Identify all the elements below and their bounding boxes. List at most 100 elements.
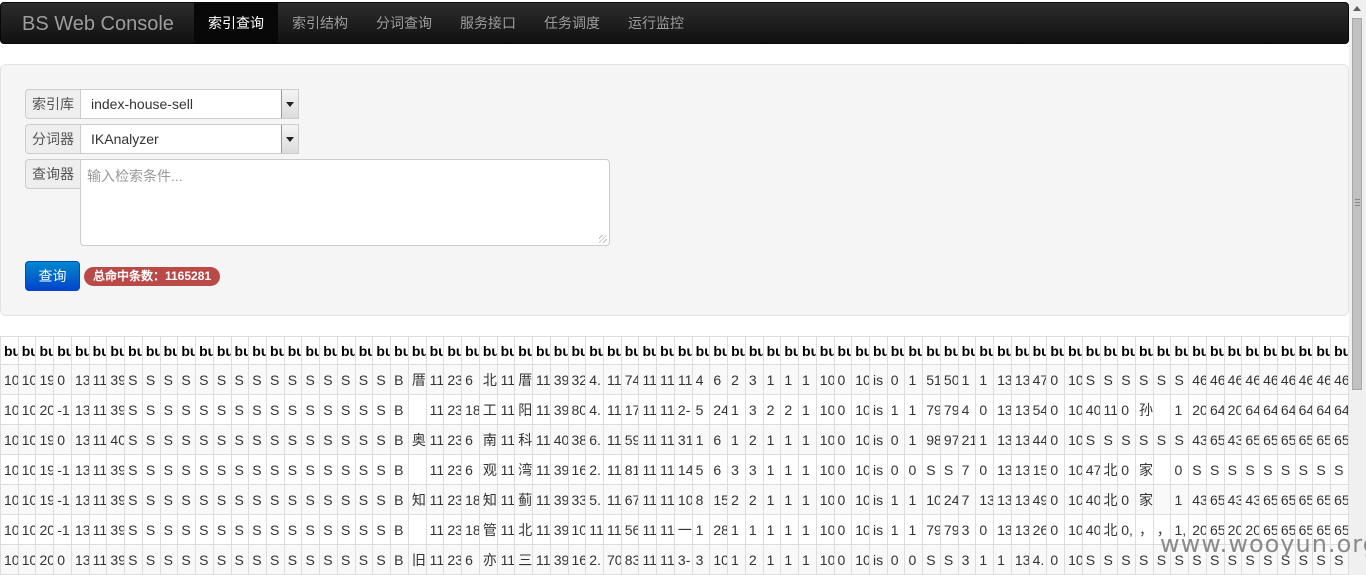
table-cell: 13 xyxy=(70,394,90,425)
table-cell: S xyxy=(212,544,232,575)
table-cell: 1 xyxy=(886,484,906,515)
table-cell: 知 xyxy=(478,484,498,515)
query-textarea[interactable]: 输入检索条件... xyxy=(80,159,610,246)
results-table: bubububuilbuibububububububububububububub… xyxy=(0,336,1349,575)
nav-item-runtime-monitor[interactable]: 运行监控 xyxy=(614,3,698,43)
table-header-cell: bu xyxy=(1205,336,1225,365)
table-cell: 6 xyxy=(709,364,729,395)
table-cell: 49 xyxy=(1028,484,1048,515)
table-cell: 46 xyxy=(1205,364,1225,395)
table-cell: S xyxy=(336,424,356,455)
table-cell: 10 xyxy=(815,454,835,485)
resize-handle-icon[interactable] xyxy=(599,235,607,243)
table-cell: 1 xyxy=(691,514,711,545)
nav-item-analyzer-query[interactable]: 分词查询 xyxy=(362,3,446,43)
analyzer-select[interactable]: IKAnalyzer xyxy=(80,124,299,154)
table-cell: S xyxy=(319,454,338,485)
table-cell: 10 xyxy=(17,484,37,515)
table-cell: 11 xyxy=(88,544,108,575)
table-cell: S xyxy=(354,514,374,545)
table-header-cell: bu xyxy=(1294,336,1314,365)
table-cell xyxy=(407,454,427,485)
table-cell: 亦 xyxy=(478,544,498,575)
table-cell: 10 xyxy=(815,514,835,545)
grip-line xyxy=(1355,205,1360,206)
scrollbar-thumb[interactable] xyxy=(1352,18,1362,390)
table-cell: 1 xyxy=(798,394,817,425)
table-cell: S xyxy=(177,484,197,515)
chevron-down-icon[interactable] xyxy=(281,125,298,153)
table-cell: S xyxy=(319,484,338,515)
scroll-up-arrow-icon[interactable] xyxy=(1353,6,1361,11)
nav-item-task-schedule[interactable]: 任务调度 xyxy=(530,3,614,43)
table-cell: 0 xyxy=(904,454,924,485)
brand-title[interactable]: BS Web Console xyxy=(22,12,174,36)
table-cell: 13 xyxy=(1010,424,1030,455)
nav-item-index-query[interactable]: 索引查询 xyxy=(194,3,278,43)
table-cell: 厝 xyxy=(407,364,427,395)
table-cell: 16 xyxy=(567,454,587,485)
table-header-cell: bu xyxy=(1241,336,1261,365)
table-header-cell: bu xyxy=(957,336,977,365)
table-cell: 0 xyxy=(1117,484,1136,515)
table-cell: 40 xyxy=(106,424,126,455)
table-cell: 北 xyxy=(478,364,498,395)
table-header-cell: bu xyxy=(425,336,445,365)
table-cell: 5. xyxy=(585,484,604,515)
results-table-container[interactable]: bubububuilbuibububububububububububububub… xyxy=(0,336,1349,575)
table-cell: S xyxy=(124,454,143,485)
table-cell: S xyxy=(230,394,250,425)
table-cell: 0 xyxy=(1046,544,1066,575)
table-cell: 79 xyxy=(922,394,941,425)
table-cell: 1 xyxy=(798,424,817,455)
page-scrollbar[interactable] xyxy=(1349,0,1366,575)
table-header-cell: bu xyxy=(975,336,995,365)
table-cell: 10 xyxy=(0,544,19,575)
chevron-down-icon[interactable] xyxy=(281,90,298,118)
table-cell: 26 xyxy=(1028,514,1048,545)
table-cell: 1 xyxy=(798,364,817,395)
table-cell: 1 xyxy=(904,364,924,395)
table-cell: 4. xyxy=(585,364,604,395)
table-cell: 10 xyxy=(815,394,835,425)
table-cell: S xyxy=(1152,424,1172,455)
table-cell: S xyxy=(195,514,214,545)
table-cell: S xyxy=(283,454,303,485)
table-cell: S xyxy=(248,424,268,455)
table-cell: S xyxy=(283,364,303,395)
index-select[interactable]: index-house-sell xyxy=(80,89,299,119)
table-header-cell: bu xyxy=(1028,336,1048,365)
table-cell: S xyxy=(939,454,959,485)
table-cell: S xyxy=(212,364,232,395)
query-panel: 索引库 index-house-sell 分词器 IKAnalyzer 查询器 … xyxy=(0,64,1349,316)
table-cell: 0 xyxy=(1046,364,1066,395)
table-cell: 65 xyxy=(1205,424,1225,455)
table-header-cell: bu xyxy=(195,336,214,365)
nav-item-service-api[interactable]: 服务接口 xyxy=(446,3,530,43)
table-cell: 46 xyxy=(1241,364,1261,395)
table-cell: S xyxy=(124,394,143,425)
table-cell: is xyxy=(868,544,888,575)
table-cell: 10 xyxy=(922,484,941,515)
table-cell: S xyxy=(336,514,356,545)
table-cell: 18 xyxy=(461,394,480,425)
table-cell: 11 xyxy=(496,484,516,515)
table-cell: 11 xyxy=(532,364,551,395)
table-cell: S xyxy=(141,364,161,395)
table-header-cell: bu xyxy=(1276,336,1296,365)
table-row: 10 10 20 -1 13 11 39 S S S S S S S S S S S S S S S B 11 23 18 管 11 北… xyxy=(0,514,1349,545)
table-cell: 24 xyxy=(709,394,729,425)
table-cell: S xyxy=(195,364,214,395)
table-cell: S xyxy=(372,454,392,485)
index-select-value: index-house-sell xyxy=(91,96,193,112)
table-cell: 39 xyxy=(106,484,126,515)
query-button[interactable]: 查询 xyxy=(25,261,80,291)
table-cell: 46 xyxy=(1259,364,1278,395)
table-header-cell: bu xyxy=(212,336,232,365)
table-cell: 3 xyxy=(691,544,711,575)
table-cell: 16 xyxy=(567,544,587,575)
nav-item-index-structure[interactable]: 索引结构 xyxy=(278,3,362,43)
table-cell: 10 xyxy=(1064,364,1083,395)
grip-line xyxy=(1355,202,1360,203)
table-cell: 11 xyxy=(656,454,675,485)
